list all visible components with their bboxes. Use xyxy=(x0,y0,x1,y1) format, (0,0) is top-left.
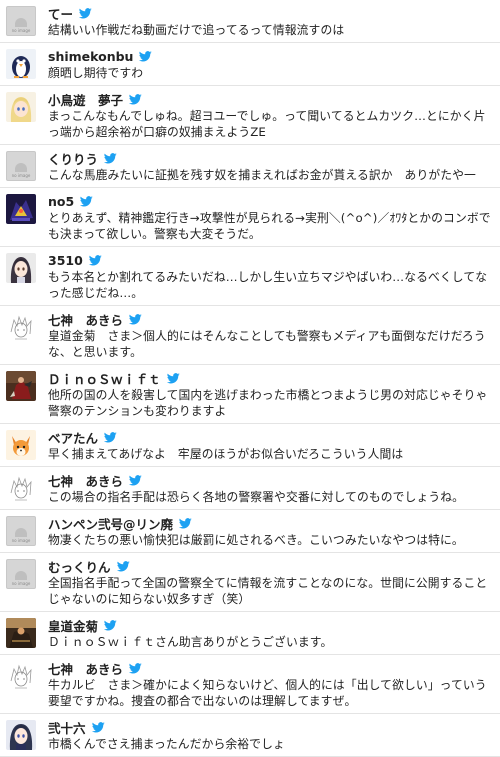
user-name[interactable]: 弐十六 xyxy=(48,718,86,737)
user-name[interactable]: 小鳥遊 夢子 xyxy=(48,90,123,109)
tweet-text: 他所の国の人を殺害して国内を逃げまわった市橋とつまようじ男の対応じゃそりゃ警察の… xyxy=(48,388,488,418)
tweet-item: no image くりりう こんな馬鹿みたいに証拠を残す奴を捕まえればお金が貰え… xyxy=(0,145,500,188)
user-name[interactable]: てー xyxy=(48,4,73,23)
tweet-item: 七神 あきら 牛カルビ さま＞確かによく知らないけど、個人的には「出して欲しい」… xyxy=(0,655,500,714)
twitter-bird-icon xyxy=(129,663,142,674)
user-name[interactable]: 七神 あきら xyxy=(48,659,123,678)
twitter-bird-icon xyxy=(104,432,117,443)
tweet-item: shimekonbu 顔晒し期待ですわ xyxy=(0,43,500,86)
tweet-text: もう本名とか割れてるみたいだね…しかし生い立ちマジやばいわ…なるべくしてなった感… xyxy=(48,270,488,300)
tweet-item: 3510 もう本名とか割れてるみたいだね…しかし生い立ちマジやばいわ…なるべくし… xyxy=(0,247,500,306)
twitter-bird-icon xyxy=(129,94,142,105)
avatar-anime-girl[interactable] xyxy=(6,720,36,750)
twitter-bird-icon xyxy=(179,518,192,529)
twitter-bird-icon xyxy=(116,561,130,572)
twitter-bird-icon xyxy=(129,314,142,325)
avatar-anime-dark-hair[interactable] xyxy=(6,253,36,283)
tweet-item: no image ハンペン弐号@リン廃 物凄くたちの悪い愉快犯は厳罰に処されるべ… xyxy=(0,510,500,553)
avatar-no-image-icon[interactable]: no image xyxy=(6,559,36,589)
tweet-item: 弐十六 市橋くんでさえ捕まったんだから余裕でしょ xyxy=(0,714,500,757)
tweet-item: 七神 あきら この場合の指名手配は恐らく各地の警察署や交番に対してのものでしょう… xyxy=(0,467,500,510)
twitter-bird-icon xyxy=(104,620,117,631)
twitter-bird-icon xyxy=(91,722,105,733)
tweet-text: 市橋くんでさえ捕まったんだから余裕でしょ xyxy=(48,737,285,751)
tweet-feed: no image てー 結構いい作戦だね動画だけで追ってるって情報流すのは sh… xyxy=(0,0,500,757)
avatar-penguin[interactable] xyxy=(6,49,36,79)
avatar-painting[interactable] xyxy=(6,371,36,401)
tweet-item: 皇道金菊 ＤｉｎｏＳｗｉｆｔさん助言ありがとうございます。 xyxy=(0,612,500,655)
avatar-sketch[interactable] xyxy=(6,473,36,503)
avatar-no-image-icon[interactable]: no image xyxy=(6,6,36,36)
tweet-item: 小鳥遊 夢子 まっこんなもんでしゅね。超ヨユーでしゅ。って聞いてるとムカツク…と… xyxy=(0,86,500,145)
avatar-no-image-icon[interactable]: no image xyxy=(6,151,36,181)
user-name[interactable]: ハンペン弐号@リン廃 xyxy=(48,514,173,533)
user-name[interactable]: no5 xyxy=(48,194,74,209)
user-name[interactable]: shimekonbu xyxy=(48,49,133,64)
user-name[interactable]: ＤｉｎｏＳｗｉｆｔ xyxy=(48,369,161,388)
tweet-text: とりあえず、精神鑑定行き→攻撃性が見られる→実刑＼(^o^)／ｵﾜﾀとかのコンボ… xyxy=(48,211,491,241)
tweet-text: 皇道金菊 さま＞個人的にはそんなことしても警察もメディアも面倒なだけだろうな、と… xyxy=(48,329,486,359)
avatar-fox[interactable] xyxy=(6,430,36,460)
user-name[interactable]: 3510 xyxy=(48,253,83,268)
tweet-text: ＤｉｎｏＳｗｉｆｔさん助言ありがとうございます。 xyxy=(48,635,333,649)
twitter-bird-icon xyxy=(88,255,102,266)
tweet-item: no image むっくりん 全国指名手配って全国の警察全てに情報を流すことなの… xyxy=(0,553,500,612)
twitter-bird-icon xyxy=(79,8,92,19)
tweet-text: 結構いい作戦だね動画だけで追ってるって情報流すのは xyxy=(48,23,345,37)
tweet-text: 全国指名手配って全国の警察全てに情報を流すことなのにな。世間に公開することじゃな… xyxy=(48,576,488,606)
user-name[interactable]: 七神 あきら xyxy=(48,310,123,329)
twitter-bird-icon xyxy=(139,51,153,62)
avatar-sketch[interactable] xyxy=(6,661,36,691)
tweet-text: 牛カルビ さま＞確かによく知らないけど、個人的には「出して欲しい」っていう要望で… xyxy=(48,678,487,708)
user-name[interactable]: ベアたん xyxy=(48,428,98,447)
tweet-item: ベアたん 早く捕まえてあげなよ 牢屋のほうがお似合いだろこういう人間は xyxy=(0,424,500,467)
tweet-text: 物凄くたちの悪い愉快犯は厳罰に処されるべき。こいつみたいなやつは特に。 xyxy=(48,533,464,547)
user-name[interactable]: 七神 あきら xyxy=(48,471,123,490)
tweet-text: 早く捕まえてあげなよ 牢屋のほうがお似合いだろこういう人間は xyxy=(48,447,404,461)
tweet-item: no image てー 結構いい作戦だね動画だけで追ってるって情報流すのは xyxy=(0,0,500,43)
user-name[interactable]: 皇道金菊 xyxy=(48,616,98,635)
avatar-anime-blonde[interactable] xyxy=(6,92,36,122)
user-name[interactable]: くりりう xyxy=(48,149,98,168)
twitter-bird-icon xyxy=(166,373,180,384)
tweet-text: まっこんなもんでしゅね。超ヨユーでしゅ。って聞いてるとムカツク…とにかく片っ端か… xyxy=(48,109,486,139)
twitter-bird-icon xyxy=(129,475,142,486)
tweet-text: こんな馬鹿みたいに証拠を残す奴を捕まえればお金が貰える訳か ありがたや一 xyxy=(48,168,476,182)
tweet-text: この場合の指名手配は恐らく各地の警察署や交番に対してのものでしょうね。 xyxy=(48,490,465,504)
tweet-text: 顔晒し期待ですわ xyxy=(48,66,144,80)
avatar-dark-photo[interactable] xyxy=(6,618,36,648)
avatar-no-image-icon[interactable]: no image xyxy=(6,516,36,546)
tweet-item: ＤｉｎｏＳｗｉｆｔ 他所の国の人を殺害して国内を逃げまわった市橋とつまようじ男の… xyxy=(0,365,500,424)
twitter-bird-icon xyxy=(80,196,93,207)
avatar-sketch[interactable] xyxy=(6,312,36,342)
tweet-item: 七神 あきら 皇道金菊 さま＞個人的にはそんなことしても警察もメディアも面倒なだ… xyxy=(0,306,500,365)
tweet-item: no5 とりあえず、精神鑑定行き→攻撃性が見られる→実刑＼(^o^)／ｵﾜﾀとか… xyxy=(0,188,500,247)
user-name[interactable]: むっくりん xyxy=(48,557,111,576)
twitter-bird-icon xyxy=(104,153,117,164)
avatar-mecha[interactable] xyxy=(6,194,36,224)
